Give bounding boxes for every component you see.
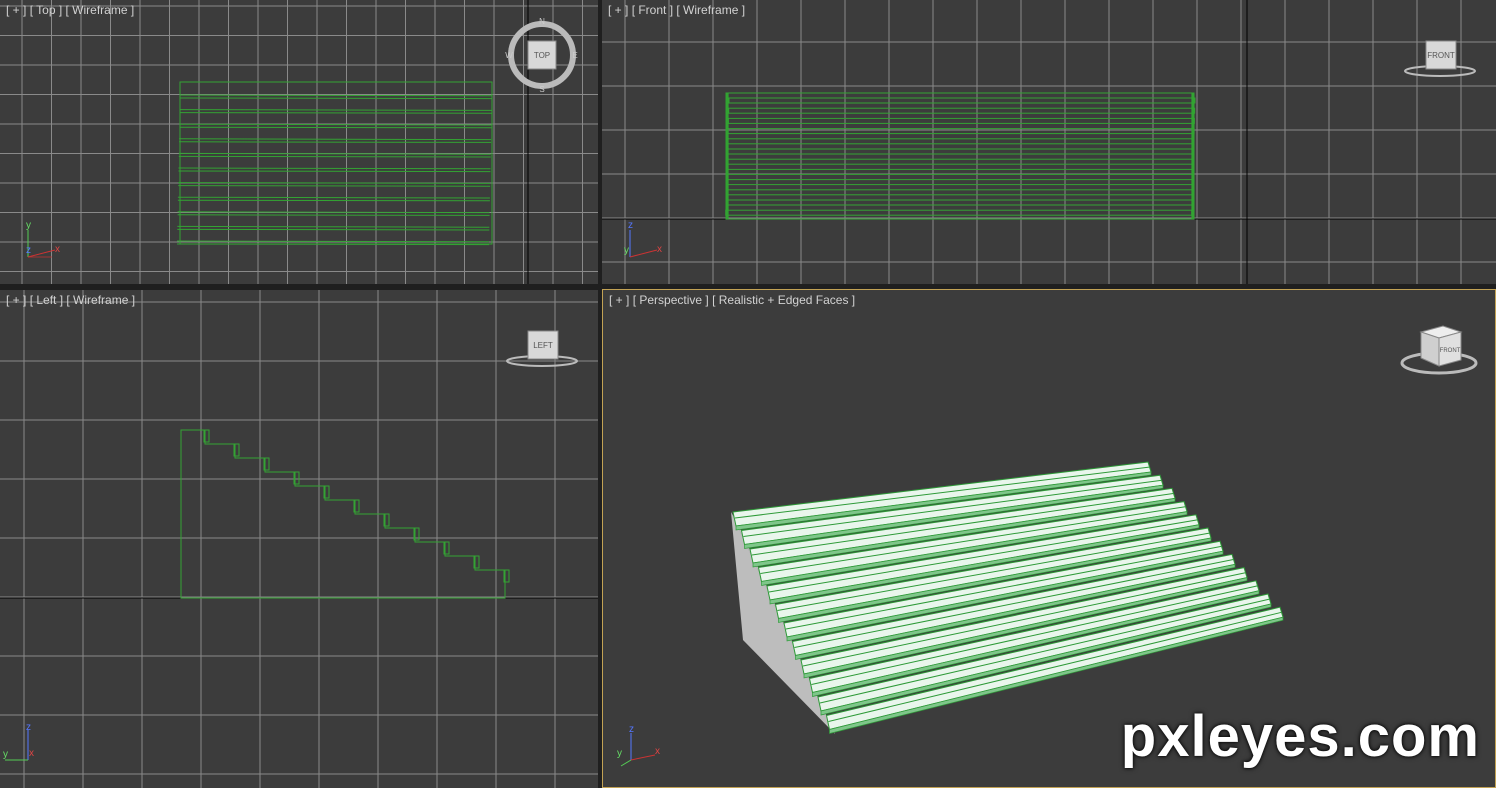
viewport-menu-plus[interactable]: [ + ] bbox=[608, 3, 628, 17]
axis-label: y bbox=[617, 748, 622, 759]
step-edge bbox=[727, 128, 1195, 135]
viewcube-label: FRONT bbox=[1427, 51, 1455, 60]
step-edge bbox=[726, 179, 1194, 186]
viewcube-label: FRONT bbox=[1440, 348, 1461, 354]
stairs-wireframe bbox=[725, 92, 1196, 220]
viewcube-label: TOP bbox=[534, 51, 550, 60]
step-edge bbox=[728, 107, 1196, 114]
viewport-menu-plus[interactable]: [ + ] bbox=[609, 293, 629, 307]
axis-tripod: y x z bbox=[26, 220, 60, 258]
axis-label: y bbox=[3, 749, 8, 760]
viewport-label: [ + ] [ Left ] [ Wireframe ] bbox=[6, 293, 135, 307]
step-edge bbox=[178, 155, 491, 158]
axis-label: z bbox=[629, 724, 634, 735]
step-edge bbox=[178, 185, 491, 187]
viewport-left[interactable]: LEFT z y x [ + ] [ Left ] [ Wireframe ] bbox=[0, 290, 598, 788]
step-edge bbox=[727, 148, 1194, 155]
viewcube[interactable]: FRONT bbox=[1400, 325, 1478, 375]
left-view-canvas[interactable]: LEFT z y x bbox=[0, 290, 598, 788]
step-edge bbox=[177, 199, 490, 202]
watermark-text: pxleyes.com bbox=[1120, 704, 1480, 769]
axis-label: z bbox=[26, 722, 31, 733]
step-edge bbox=[179, 94, 493, 97]
viewport-front[interactable]: FRONT z x y [ + ] [ Front ] [ Wireframe … bbox=[602, 0, 1496, 284]
viewport-shading-menu[interactable]: [ Wireframe ] bbox=[66, 293, 135, 307]
step-edge bbox=[177, 214, 490, 216]
viewport-top[interactable]: TOP N S E W y x z [ + ] [ Top ] [ Wirefr… bbox=[0, 0, 598, 284]
viewport-label: [ + ] [ Front ] [ Wireframe ] bbox=[608, 3, 745, 17]
compass-north: N bbox=[539, 17, 545, 26]
top-view-canvas[interactable]: TOP N S E W y x z bbox=[0, 0, 598, 284]
viewport-menu-plus[interactable]: [ + ] bbox=[6, 3, 26, 17]
viewcube[interactable]: TOP N S E W bbox=[505, 17, 577, 94]
compass-south: S bbox=[539, 85, 544, 94]
viewport-label: [ + ] [ Top ] [ Wireframe ] bbox=[6, 3, 134, 17]
step-edge bbox=[728, 97, 1196, 104]
stairs-wireframe bbox=[176, 81, 493, 246]
axis-label: z bbox=[26, 245, 31, 256]
step-edge bbox=[177, 225, 490, 228]
step-edge bbox=[727, 138, 1195, 145]
step-edge bbox=[725, 209, 1193, 216]
viewcube[interactable]: FRONT bbox=[1404, 40, 1476, 77]
axis-label: x bbox=[655, 746, 660, 757]
viewport-label: [ + ] [ Perspective ] [ Realistic + Edge… bbox=[609, 293, 855, 307]
viewcube-left-face[interactable] bbox=[1420, 331, 1440, 367]
axis-label: x bbox=[657, 244, 662, 255]
axis-tripod: z y x bbox=[3, 722, 34, 761]
viewport-view-menu[interactable]: [ Left ] bbox=[30, 293, 63, 307]
step-edge bbox=[726, 158, 1194, 165]
step-edge bbox=[179, 109, 492, 111]
axis-label: x bbox=[55, 244, 60, 255]
axis-label: x bbox=[29, 748, 34, 759]
grid bbox=[0, 290, 598, 788]
step-edge bbox=[179, 97, 493, 100]
viewport-shading-menu[interactable]: [ Wireframe ] bbox=[66, 3, 135, 17]
step-edge bbox=[725, 189, 1193, 196]
compass-east: E bbox=[572, 51, 577, 60]
axis-label: y bbox=[26, 220, 31, 231]
stairs-profile-wireframe bbox=[180, 429, 510, 599]
step-edge bbox=[179, 126, 492, 129]
step-edge bbox=[177, 196, 490, 199]
step-edge bbox=[177, 228, 490, 231]
axis-label: y bbox=[624, 245, 629, 256]
viewport-view-menu[interactable]: [ Perspective ] bbox=[633, 293, 709, 307]
step-edge bbox=[176, 243, 490, 246]
viewport-menu-plus[interactable]: [ + ] bbox=[6, 293, 26, 307]
axis-tripod: z x y bbox=[617, 724, 660, 767]
viewport-view-menu[interactable]: [ Top ] bbox=[30, 3, 62, 17]
viewport-view-menu[interactable]: [ Front ] bbox=[632, 3, 673, 17]
step-edge bbox=[725, 199, 1193, 206]
step-edge bbox=[179, 112, 492, 114]
step-edge bbox=[727, 117, 1195, 124]
viewport-shading-menu[interactable]: [ Realistic + Edged Faces ] bbox=[712, 293, 855, 307]
axis-tripod: z x y bbox=[624, 220, 662, 258]
front-view-canvas[interactable]: FRONT z x y bbox=[602, 0, 1496, 284]
grid bbox=[602, 0, 1496, 284]
compass-west: W bbox=[505, 51, 513, 60]
axis-label: z bbox=[628, 220, 633, 231]
step-edge bbox=[178, 167, 491, 170]
step-edge bbox=[179, 138, 492, 141]
viewcube-label: LEFT bbox=[533, 341, 553, 350]
step-edge bbox=[178, 170, 491, 173]
viewport-shading-menu[interactable]: [ Wireframe ] bbox=[676, 3, 745, 17]
step-edge bbox=[179, 141, 492, 143]
stairs-3d-model bbox=[731, 461, 1284, 734]
